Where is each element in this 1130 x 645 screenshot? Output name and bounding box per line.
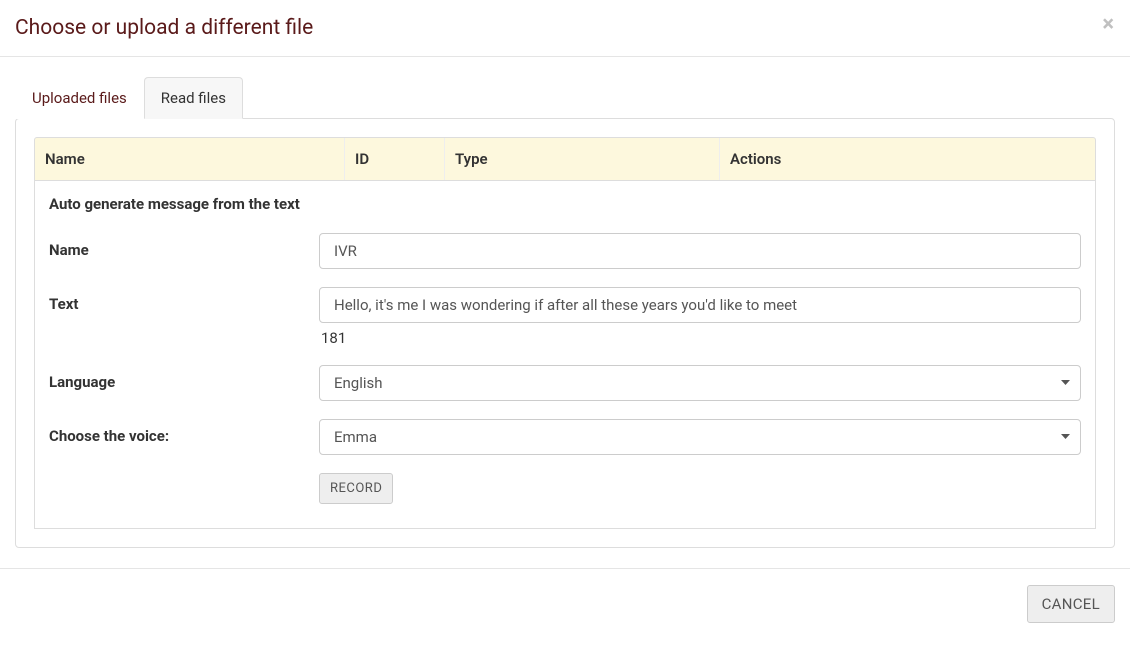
modal-title: Choose or upload a different file bbox=[15, 16, 1115, 40]
column-actions: Actions bbox=[720, 138, 1095, 180]
tab-panel: Name ID Type Actions Auto generate messa… bbox=[15, 118, 1115, 548]
text-counter: 181 bbox=[321, 329, 1081, 347]
form-heading: Auto generate message from the text bbox=[49, 195, 1081, 213]
tabs: Uploaded files Read files bbox=[15, 77, 1115, 119]
tab-read-files[interactable]: Read files bbox=[144, 77, 243, 119]
form-row-voice: Choose the voice: Emma bbox=[49, 419, 1081, 455]
label-name: Name bbox=[49, 233, 319, 259]
text-input[interactable] bbox=[319, 287, 1081, 323]
form-row-text: Text 181 bbox=[49, 287, 1081, 347]
modal-header: Choose or upload a different file × bbox=[0, 0, 1130, 57]
form-row-name: Name bbox=[49, 233, 1081, 269]
modal-content: Uploaded files Read files Name ID Type A… bbox=[0, 57, 1130, 548]
record-button[interactable]: RECORD bbox=[319, 473, 393, 504]
label-voice: Choose the voice: bbox=[49, 419, 319, 445]
cancel-button[interactable]: CANCEL bbox=[1027, 585, 1115, 623]
label-text: Text bbox=[49, 287, 319, 313]
modal-footer: CANCEL bbox=[0, 568, 1130, 639]
table-header: Name ID Type Actions bbox=[34, 137, 1096, 181]
language-select[interactable]: English bbox=[319, 365, 1081, 401]
form-row-language: Language English bbox=[49, 365, 1081, 401]
name-input[interactable] bbox=[319, 233, 1081, 269]
close-icon[interactable]: × bbox=[1102, 14, 1114, 36]
column-id: ID bbox=[345, 138, 445, 180]
column-name: Name bbox=[35, 138, 345, 180]
voice-select[interactable]: Emma bbox=[319, 419, 1081, 455]
form-row-record: RECORD bbox=[49, 473, 1081, 504]
label-language: Language bbox=[49, 365, 319, 391]
form-area: Auto generate message from the text Name… bbox=[34, 181, 1096, 529]
tab-uploaded-files[interactable]: Uploaded files bbox=[15, 77, 144, 119]
column-type: Type bbox=[445, 138, 720, 180]
